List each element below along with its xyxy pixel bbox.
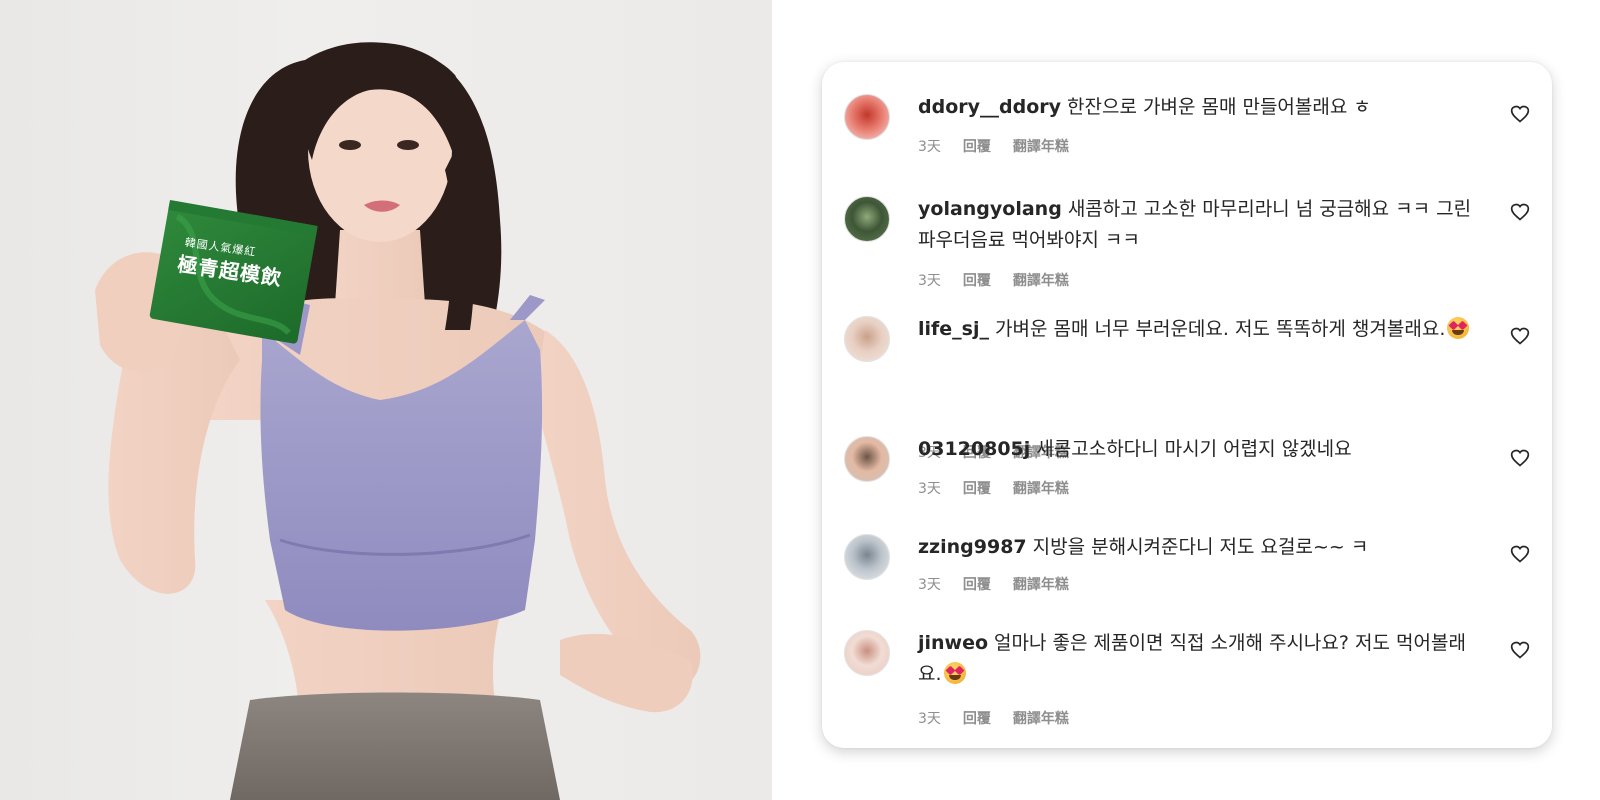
comment-meta: 3天 回覆 翻譯年糕 — [918, 270, 1091, 290]
avatar[interactable] — [844, 94, 890, 140]
comment-text: ddory__ddory 한잔으로 가벼운 몸매 만들어볼래요 ㅎ — [918, 92, 1488, 123]
star-struck-emoji — [1447, 317, 1470, 339]
comments-card: ddory__ddory 한잔으로 가벼운 몸매 만들어볼래요 ㅎ 3天 回覆 翻譯年… — [822, 62, 1552, 748]
product-photo: 韓國人氣爆紅 極青超模飲 — [0, 0, 772, 800]
comment-item: zzing9987 지방을 분해시켜준다니 저도 요걸로~~ ㅋ 3天 回覆 翻譯年糕 — [822, 530, 1552, 630]
photo-illustration — [95, 42, 701, 800]
comment-meta: 3天 回覆 翻譯年糕 — [918, 708, 1091, 728]
comment-item: life_sj_ 가벼운 몸매 너무 부러운데요. 저도 똑똑하게 챙겨볼래요. … — [822, 312, 1552, 461]
comment-time: 3天 — [918, 711, 941, 727]
avatar[interactable] — [844, 436, 890, 482]
comment-username[interactable]: ddory__ddory — [918, 96, 1061, 118]
comment-meta: 3天 回覆 翻譯年糕 — [918, 478, 1091, 498]
comment-time: 3天 — [918, 577, 941, 593]
comment-meta: 3天 回覆 翻譯年糕 — [918, 136, 1091, 156]
avatar[interactable] — [844, 196, 890, 242]
comment-time: 3天 — [918, 139, 941, 155]
avatar[interactable] — [844, 534, 890, 580]
comment-time: 3天 — [918, 481, 941, 497]
heart-icon[interactable] — [1510, 448, 1530, 468]
comment-text: zzing9987 지방을 분해시켜준다니 저도 요걸로~~ ㅋ — [918, 532, 1488, 563]
avatar[interactable] — [844, 630, 890, 676]
reply-button[interactable]: 回覆 — [963, 711, 991, 727]
comment-item: 03120805j 새콤고소하다니 마시기 어렵지 않겠네요 3天 回覆 翻譯年糕 — [822, 434, 1552, 534]
comment-body: 얼마나 좋은 제품이면 직접 소개해 주시나요? 저도 먹어볼래요. — [918, 632, 1466, 685]
comment-body: 가벼운 몸매 너무 부러운데요. 저도 똑똑하게 챙겨볼래요. — [995, 318, 1446, 340]
comment-body: 새콤고소하다니 마시기 어렵지 않겠네요 — [1036, 438, 1352, 460]
comment-item: yolangyolang 새콤하고 고소한 마무리라니 넘 궁금해요 ㅋㅋ 그린파… — [822, 188, 1552, 318]
comment-username[interactable]: yolangyolang — [918, 198, 1062, 220]
comment-body: 한잔으로 가벼운 몸매 만들어볼래요 ㅎ — [1067, 96, 1371, 118]
comment-body: 지방을 분해시켜준다니 저도 요걸로~~ ㅋ — [1032, 536, 1369, 558]
comment-text: 03120805j 새콤고소하다니 마시기 어렵지 않겠네요 — [918, 434, 1488, 465]
translate-button[interactable]: 翻譯年糕 — [1013, 273, 1069, 289]
heart-icon[interactable] — [1510, 640, 1530, 660]
comment-item: ddory__ddory 한잔으로 가벼운 몸매 만들어볼래요 ㅎ 3天 回覆 翻譯年… — [822, 92, 1552, 202]
translate-button[interactable]: 翻譯年糕 — [1013, 139, 1069, 155]
reply-button[interactable]: 回覆 — [963, 481, 991, 497]
avatar[interactable] — [844, 316, 890, 362]
comment-item: jinweo 얼마나 좋은 제품이면 직접 소개해 주시나요? 저도 먹어볼래요.… — [822, 626, 1552, 746]
comment-text: life_sj_ 가벼운 몸매 너무 부러운데요. 저도 똑똑하게 챙겨볼래요. — [918, 314, 1488, 345]
comment-meta: 3天 回覆 翻譯年糕 — [918, 574, 1091, 594]
translate-button[interactable]: 翻譯年糕 — [1013, 711, 1069, 727]
reply-button[interactable]: 回覆 — [963, 577, 991, 593]
reply-button[interactable]: 回覆 — [963, 273, 991, 289]
heart-icon[interactable] — [1510, 544, 1530, 564]
comment-text: jinweo 얼마나 좋은 제품이면 직접 소개해 주시나요? 저도 먹어볼래요. — [918, 628, 1488, 690]
heart-icon[interactable] — [1510, 202, 1530, 222]
star-struck-emoji — [943, 662, 966, 684]
translate-button[interactable]: 翻譯年糕 — [1013, 481, 1069, 497]
comment-time: 3天 — [918, 273, 941, 289]
heart-icon[interactable] — [1510, 104, 1530, 124]
heart-icon[interactable] — [1510, 326, 1530, 346]
comment-username[interactable]: 03120805j — [918, 438, 1030, 460]
comment-username[interactable]: zzing9987 — [918, 536, 1027, 558]
reply-button[interactable]: 回覆 — [963, 139, 991, 155]
comment-username[interactable]: jinweo — [918, 632, 988, 654]
translate-button[interactable]: 翻譯年糕 — [1013, 577, 1069, 593]
comment-text: yolangyolang 새콤하고 고소한 마무리라니 넘 궁금해요 ㅋㅋ 그린파… — [918, 194, 1488, 256]
comment-username[interactable]: life_sj_ — [918, 318, 989, 340]
